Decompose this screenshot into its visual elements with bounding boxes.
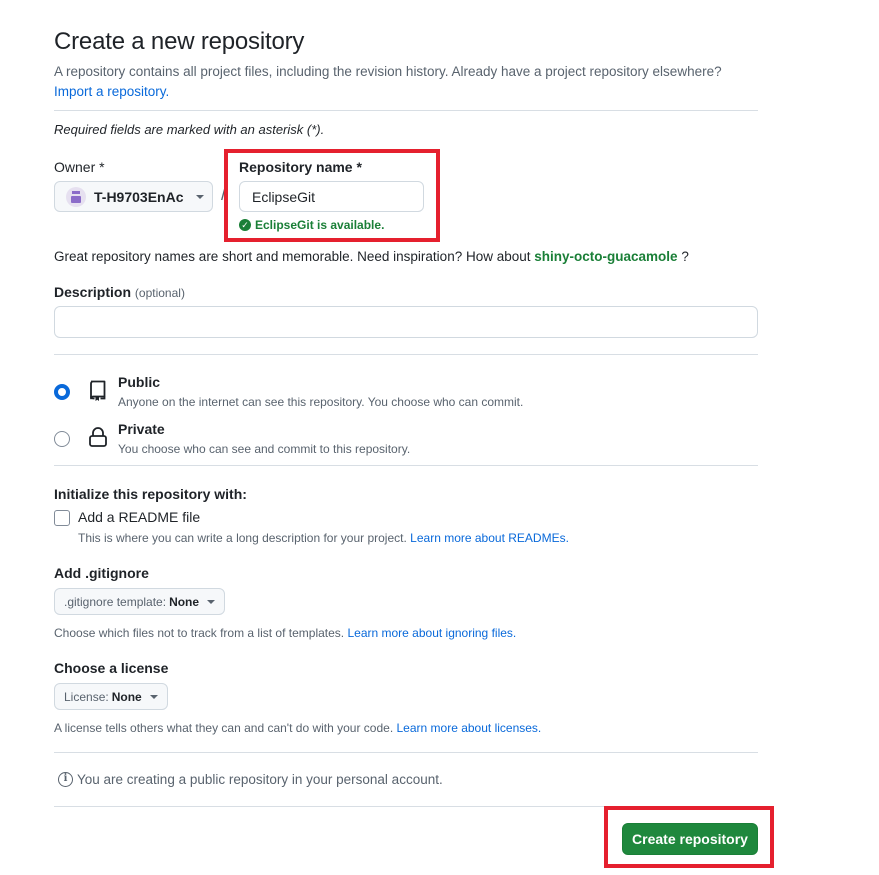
availability-text: EclipseGit is available. <box>255 218 385 232</box>
visibility-private-description: You choose who can see and commit to thi… <box>118 442 411 456</box>
chevron-down-icon <box>196 194 205 199</box>
repo-icon <box>90 380 106 401</box>
visibility-private-radio[interactable] <box>54 431 70 447</box>
license-description-text: A license tells others what they can and… <box>54 721 394 735</box>
create-repository-button[interactable]: Create repository <box>622 823 758 855</box>
suggested-name[interactable]: shiny-octo-guacamole <box>534 249 677 264</box>
divider <box>54 465 758 466</box>
gitignore-select-prefix: .gitignore template: <box>64 594 167 609</box>
description-input[interactable] <box>54 306 758 338</box>
owner-avatar <box>66 186 86 207</box>
owner-label: Owner * <box>54 159 105 175</box>
chevron-down-icon <box>149 694 158 699</box>
readme-description: This is where you can write a long descr… <box>78 531 569 545</box>
license-select-value: None <box>111 689 142 704</box>
description-label: Description (optional) <box>54 284 185 300</box>
owner-name: T-H9703EnAc <box>94 188 184 205</box>
gitignore-description-text: Choose which files not to track from a l… <box>54 626 345 640</box>
learn-more-licenses-link[interactable]: Learn more about licenses. <box>397 721 542 735</box>
inspiration-suffix: ? <box>681 249 689 264</box>
import-repository-link[interactable]: Import a repository. <box>54 84 169 99</box>
description-label-text: Description <box>54 284 132 300</box>
license-dropdown[interactable]: License: None <box>54 683 168 710</box>
visibility-private-title: Private <box>118 421 165 437</box>
repository-name-input[interactable] <box>239 181 424 212</box>
add-readme-label[interactable]: Add a README file <box>78 509 200 525</box>
learn-more-readmes-link[interactable]: Learn more about READMEs. <box>410 531 569 545</box>
info-icon: i <box>58 772 73 787</box>
divider <box>54 806 758 807</box>
info-note-text: You are creating a public repository in … <box>77 772 443 787</box>
optional-hint: (optional) <box>134 286 185 300</box>
owner-repo-separator: / <box>221 184 227 204</box>
gitignore-select-value: None <box>169 594 200 609</box>
chevron-down-icon <box>207 599 216 604</box>
divider <box>54 110 758 111</box>
gitignore-label: Add .gitignore <box>54 565 149 581</box>
license-select-prefix: License: <box>64 689 109 704</box>
readme-description-text: This is where you can write a long descr… <box>78 531 407 545</box>
divider <box>54 752 758 753</box>
gitignore-description: Choose which files not to track from a l… <box>54 626 516 640</box>
gitignore-template-dropdown[interactable]: .gitignore template: None <box>54 588 226 615</box>
license-label: Choose a license <box>54 660 169 676</box>
visibility-public-radio[interactable] <box>54 384 70 400</box>
license-description: A license tells others what they can and… <box>54 721 541 735</box>
info-note: i You are creating a public repository i… <box>58 772 443 787</box>
lock-icon <box>89 427 107 447</box>
page-subtitle: A repository contains all project files,… <box>54 64 722 79</box>
learn-more-ignoring-files-link[interactable]: Learn more about ignoring files. <box>347 626 516 640</box>
repository-name-label: Repository name * <box>239 159 362 175</box>
availability-message: ✓ EclipseGit is available. <box>239 218 384 232</box>
page-title: Create a new repository <box>54 28 305 55</box>
name-inspiration: Great repository names are short and mem… <box>54 249 689 264</box>
visibility-public-description: Anyone on the internet can see this repo… <box>118 395 524 409</box>
divider <box>54 354 758 355</box>
visibility-public-title: Public <box>118 374 161 390</box>
inspiration-text: Great repository names are short and mem… <box>54 249 531 264</box>
initialize-label: Initialize this repository with: <box>54 486 247 502</box>
add-readme-checkbox[interactable] <box>54 510 70 526</box>
owner-dropdown[interactable]: T-H9703EnAc <box>54 181 213 212</box>
required-fields-note: Required fields are marked with an aster… <box>54 122 325 137</box>
check-circle-icon: ✓ <box>239 219 251 231</box>
